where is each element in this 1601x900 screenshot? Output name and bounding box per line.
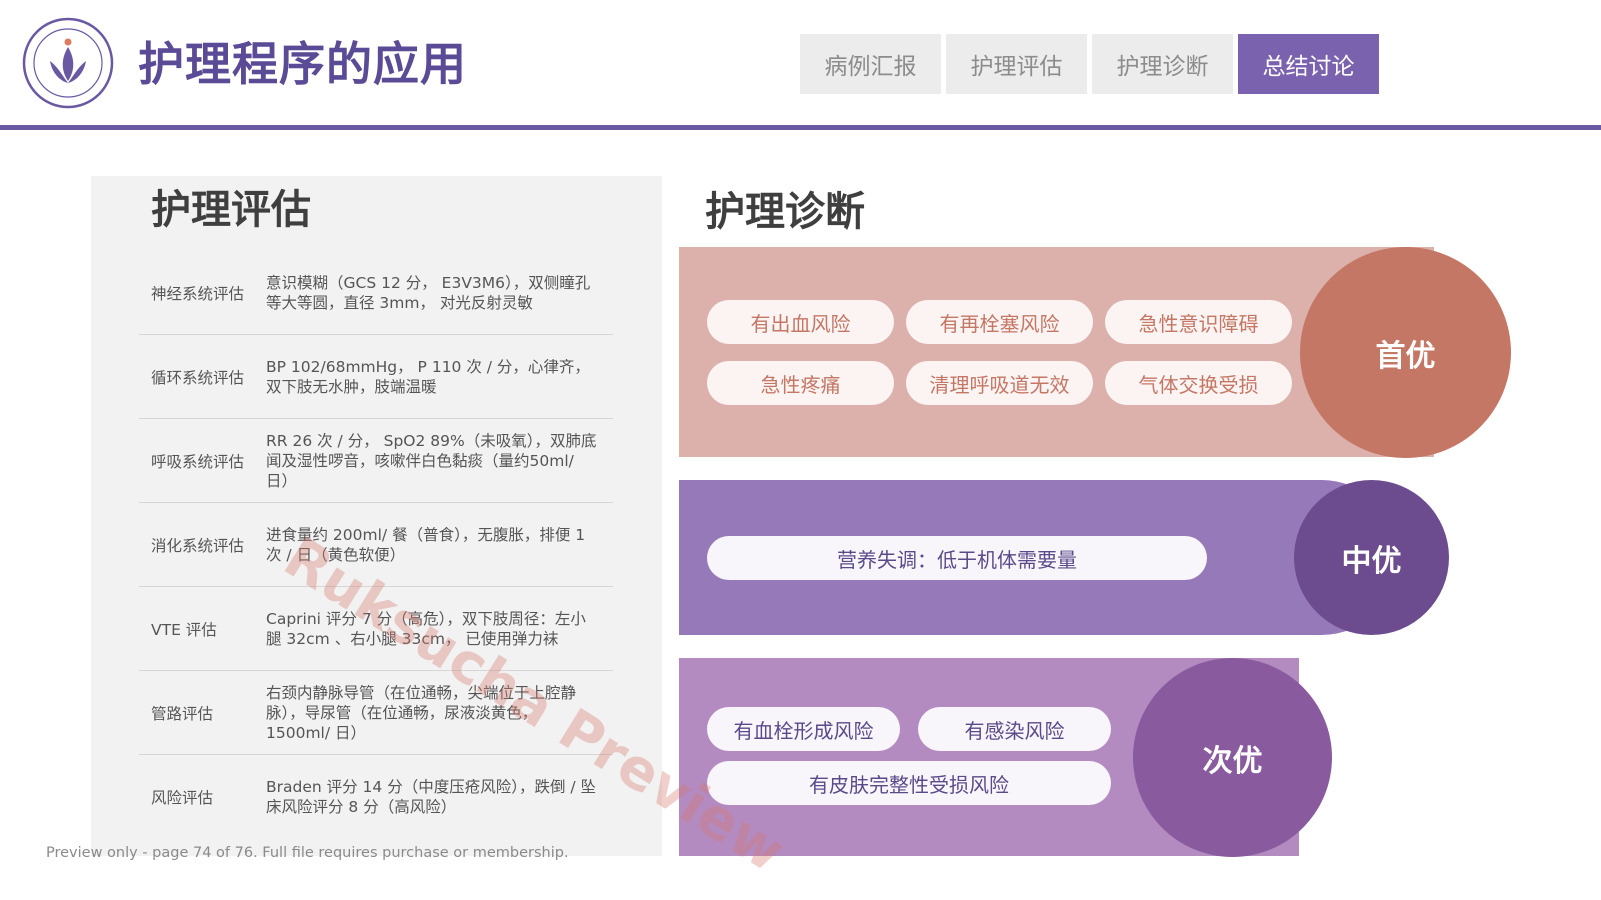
row-label: 管路评估 bbox=[151, 704, 214, 723]
row-text: 意识模糊（GCS 12 分， E3V3M6），双侧瞳孔等大等圆，直径 3mm， … bbox=[266, 273, 591, 312]
row-label: VTE 评估 bbox=[151, 620, 217, 639]
page-title: 护理程序的应用 bbox=[138, 37, 467, 91]
section-tabs: 病例汇报 护理评估 护理诊断 总结讨论 bbox=[800, 34, 1379, 94]
row-text: RR 26 次 / 分， SpO2 89%（未吸氧），双肺底闻及湿性啰音，咳嗽伴… bbox=[266, 431, 597, 490]
low-priority-badge: 次优 bbox=[1133, 658, 1332, 857]
first-priority-badge: 首优 bbox=[1300, 247, 1511, 458]
diagnosis-pill: 营养失调：低于机体需要量 bbox=[707, 536, 1207, 580]
table-row: 循环系统评估 BP 102/68mmHg， P 110 次 / 分，心律齐，双下… bbox=[139, 335, 613, 419]
table-row: 呼吸系统评估 RR 26 次 / 分， SpO2 89%（未吸氧），双肺底闻及湿… bbox=[139, 419, 613, 503]
assessment-title: 护理评估 bbox=[151, 187, 311, 233]
table-row: 管路评估 右颈内静脉导管（在位通畅，尖端位于上腔静脉），导尿管（在位通畅，尿液淡… bbox=[139, 671, 613, 755]
preview-footer-note: Preview only - page 74 of 76. Full file … bbox=[46, 845, 569, 861]
assessment-table: 神经系统评估 意识模糊（GCS 12 分， E3V3M6），双侧瞳孔等大等圆，直… bbox=[139, 251, 613, 839]
tab-nursing-assessment[interactable]: 护理评估 bbox=[946, 34, 1087, 94]
diagnosis-pill: 急性意识障碍 bbox=[1105, 300, 1292, 344]
tab-summary-discussion[interactable]: 总结讨论 bbox=[1238, 34, 1379, 94]
mid-priority-badge: 中优 bbox=[1294, 480, 1449, 635]
diagnosis-pill: 清理呼吸道无效 bbox=[906, 361, 1093, 405]
row-text: 右颈内静脉导管（在位通畅，尖端位于上腔静脉），导尿管（在位通畅，尿液淡黄色，15… bbox=[266, 683, 577, 742]
diagnosis-pill: 有再栓塞风险 bbox=[906, 300, 1093, 344]
diagnosis-pill: 气体交换受损 bbox=[1105, 361, 1292, 405]
row-label: 神经系统评估 bbox=[151, 284, 245, 303]
tab-nursing-diagnosis[interactable]: 护理诊断 bbox=[1092, 34, 1233, 94]
header-divider bbox=[0, 125, 1601, 130]
row-text: 进食量约 200ml/ 餐（普食），无腹胀，排便 1 次 / 日（黄色软便） bbox=[266, 525, 586, 564]
row-label: 呼吸系统评估 bbox=[151, 452, 245, 471]
hospital-logo bbox=[22, 17, 114, 109]
row-text: Caprini 评分 7 分（高危），双下肢周径：左小腿 32cm 、右小腿 3… bbox=[266, 609, 586, 648]
diagnosis-pill: 有感染风险 bbox=[918, 707, 1111, 751]
row-label: 循环系统评估 bbox=[151, 368, 245, 387]
table-row: 风险评估 Braden 评分 14 分（中度压疮风险），跌倒 / 坠床风险评分 … bbox=[139, 755, 613, 839]
diagnosis-pill: 急性疼痛 bbox=[707, 361, 894, 405]
diagnosis-pill: 有皮肤完整性受损风险 bbox=[707, 761, 1111, 805]
diagnosis-pill: 有血栓形成风险 bbox=[707, 707, 900, 751]
diagnosis-pill: 有出血风险 bbox=[707, 300, 894, 344]
table-row: VTE 评估 Caprini 评分 7 分（高危），双下肢周径：左小腿 32cm… bbox=[139, 587, 613, 671]
table-row: 神经系统评估 意识模糊（GCS 12 分， E3V3M6），双侧瞳孔等大等圆，直… bbox=[139, 251, 613, 335]
row-label: 风险评估 bbox=[151, 789, 214, 807]
row-text: BP 102/68mmHg， P 110 次 / 分，心律齐，双下肢无水肿，肢端… bbox=[266, 357, 590, 396]
tab-case-report[interactable]: 病例汇报 bbox=[800, 34, 941, 94]
table-row: 消化系统评估 进食量约 200ml/ 餐（普食），无腹胀，排便 1 次 / 日（… bbox=[139, 503, 613, 587]
assessment-panel: 护理评估 神经系统评估 意识模糊（GCS 12 分， E3V3M6），双侧瞳孔等… bbox=[91, 176, 662, 856]
row-label: 消化系统评估 bbox=[151, 536, 245, 555]
row-text: Braden 评分 14 分（中度压疮风险），跌倒 / 坠床风险评分 8 分（高… bbox=[266, 778, 597, 816]
diagnosis-title: 护理诊断 bbox=[705, 189, 865, 235]
